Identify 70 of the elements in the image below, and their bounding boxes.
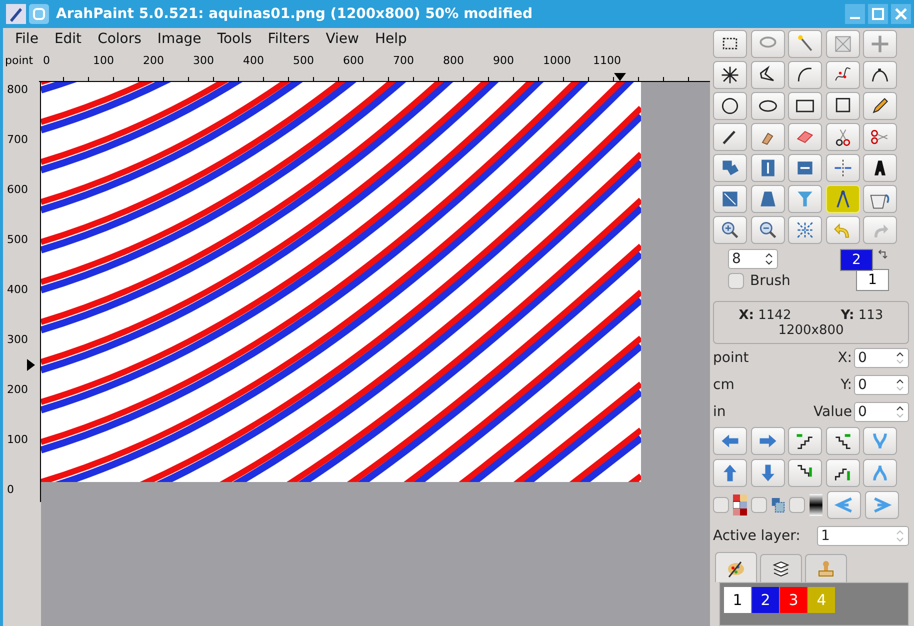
y-coordinate: Y: 113 [840, 308, 884, 322]
tool-button[interactable] [788, 92, 822, 120]
menu-item[interactable]: Colors [90, 31, 150, 47]
brush-checkbox[interactable] [728, 273, 744, 289]
next-layer-button[interactable] [865, 491, 899, 519]
tool-button[interactable] [863, 61, 897, 89]
unit-option[interactable]: in [713, 404, 814, 420]
unit-option[interactable]: point [713, 350, 838, 366]
color-grid-icon [733, 494, 747, 516]
tool-button[interactable] [713, 92, 747, 120]
star-lines-icon [719, 64, 741, 86]
tool-button[interactable] [826, 92, 860, 120]
layers-icon [771, 558, 791, 578]
field-label: X: [838, 350, 852, 366]
ruler-unit: point [4, 53, 34, 69]
tool-button[interactable] [713, 30, 747, 58]
tool-button[interactable] [863, 92, 897, 120]
layer-button[interactable] [826, 459, 860, 487]
menu-item[interactable]: File [7, 31, 46, 47]
spin-arrows-icon[interactable] [895, 350, 905, 366]
tool-button[interactable] [713, 61, 747, 89]
value-field[interactable]: 0 [854, 402, 909, 422]
layer-button[interactable] [788, 459, 822, 487]
menu-item[interactable]: Image [149, 31, 210, 47]
palette-color-swatch[interactable]: 2 [752, 587, 779, 613]
tool-button[interactable] [863, 154, 897, 182]
zoom-in-icon [719, 219, 741, 241]
spin-arrows-icon[interactable] [895, 376, 905, 392]
active-layer-field[interactable]: 1 [817, 526, 909, 546]
panel-tab[interactable] [760, 554, 802, 582]
option-checkbox[interactable] [713, 497, 729, 513]
x-coordinate: X: 1142 [738, 308, 792, 322]
tool-button[interactable] [713, 123, 747, 151]
field-label: Y: [840, 376, 852, 392]
background-color-swatch[interactable]: 1 [856, 269, 889, 291]
value-field[interactable]: 0 [854, 374, 909, 394]
layer-button[interactable] [826, 427, 860, 455]
app-logo-icon [6, 4, 26, 24]
tool-button[interactable] [750, 61, 784, 89]
position-marker-icon [27, 359, 35, 371]
tool-button[interactable] [788, 61, 822, 89]
palette-color-swatch[interactable]: 1 [724, 587, 751, 613]
swap-icon[interactable] [877, 249, 889, 261]
option-checkbox[interactable] [751, 497, 767, 513]
menu-item[interactable]: Edit [46, 31, 90, 47]
unit-option[interactable]: cm [713, 376, 841, 392]
spin-arrows-icon[interactable] [764, 251, 774, 267]
gradient-icon [809, 494, 823, 516]
tool-button[interactable] [863, 185, 897, 213]
stamp-icon [816, 558, 836, 578]
tool-button[interactable] [826, 123, 860, 151]
active-layer-label: Active layer: [713, 528, 800, 544]
brush-label: Brush [750, 273, 790, 289]
circle-icon [719, 95, 741, 117]
spin-arrows-icon[interactable] [895, 404, 905, 420]
foreground-color-swatch[interactable]: 2 [840, 249, 873, 271]
field-label: Value [814, 404, 852, 420]
image-size: 1200x800 [778, 322, 844, 338]
brush-size-field[interactable]: 8 [728, 249, 778, 269]
layer-button[interactable] [788, 427, 822, 455]
option-checkbox[interactable] [789, 497, 805, 513]
move-icon [869, 33, 891, 55]
palette-color-swatch[interactable]: 3 [780, 587, 807, 613]
menu-item[interactable]: View [318, 31, 367, 47]
menu-item[interactable]: Filters [260, 31, 318, 47]
menu-item[interactable]: Tools [209, 31, 260, 47]
value-field[interactable]: 0 [854, 348, 909, 368]
tool-button[interactable] [750, 92, 784, 120]
window-title: ArahPaint 5.0.521: aquinas01.png (1200x800) 50% modified [56, 6, 534, 22]
menu-item[interactable]: Help [366, 31, 415, 47]
